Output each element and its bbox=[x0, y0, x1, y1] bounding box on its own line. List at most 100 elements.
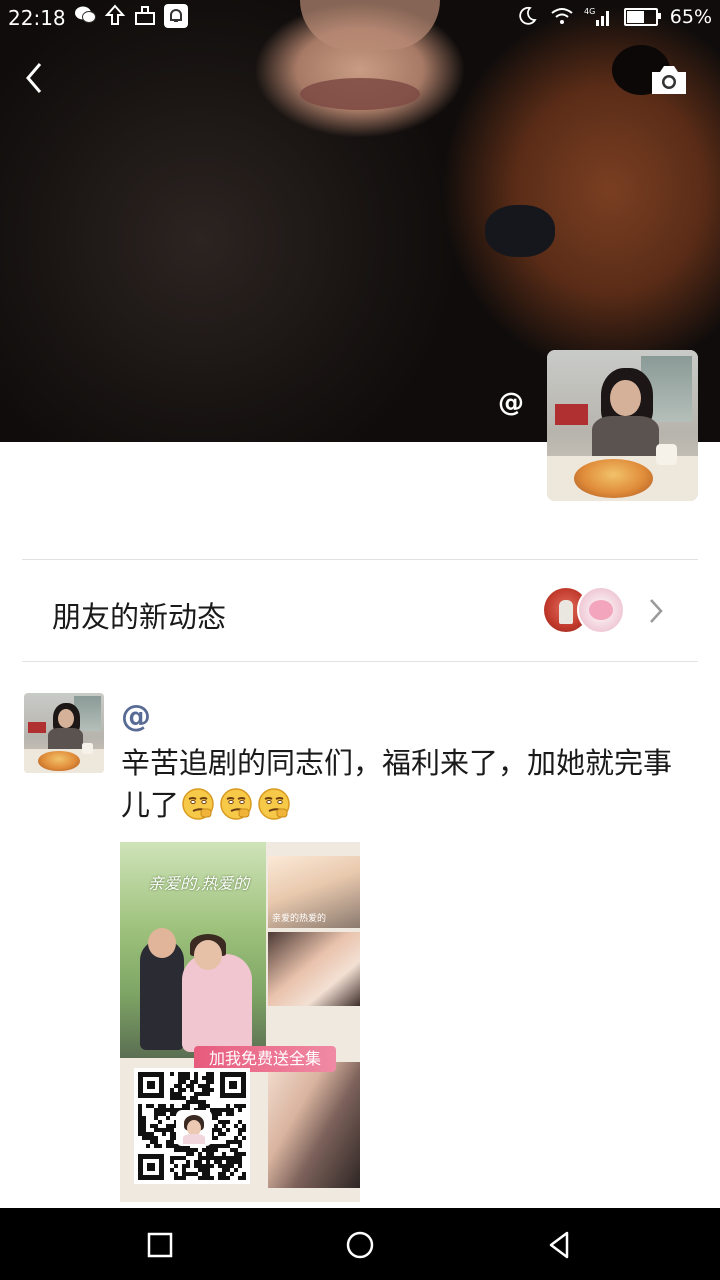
qr-module bbox=[170, 1156, 174, 1160]
qr-module bbox=[186, 1172, 190, 1176]
qr-module bbox=[230, 1140, 234, 1144]
qr-module bbox=[154, 1128, 158, 1132]
qr-module bbox=[238, 1152, 242, 1156]
qr-module bbox=[222, 1124, 226, 1128]
qr-module bbox=[222, 1156, 226, 1160]
qr-module bbox=[234, 1156, 238, 1160]
qr-module bbox=[206, 1148, 210, 1152]
qr-module bbox=[182, 1168, 186, 1172]
wechat-icon bbox=[74, 4, 96, 26]
qr-module bbox=[218, 1164, 222, 1168]
qr-module bbox=[210, 1176, 214, 1180]
qr-module bbox=[214, 1124, 218, 1128]
qr-module bbox=[238, 1120, 242, 1124]
qr-module bbox=[206, 1176, 210, 1180]
qr-module bbox=[198, 1092, 202, 1096]
back-button[interactable] bbox=[18, 58, 54, 98]
qr-module bbox=[170, 1168, 174, 1172]
qr-module bbox=[138, 1120, 142, 1124]
qr-module bbox=[242, 1104, 246, 1108]
qr-module bbox=[154, 1112, 158, 1116]
recent-apps-icon[interactable] bbox=[143, 1228, 177, 1262]
qr-module bbox=[198, 1104, 202, 1108]
qr-module bbox=[142, 1124, 146, 1128]
qr-module bbox=[226, 1144, 230, 1148]
qr-module bbox=[178, 1148, 182, 1152]
drama-still bbox=[268, 932, 360, 1006]
post-image[interactable]: 亲爱的,热爱的 亲爱的热爱的 加我免费送全集 bbox=[120, 842, 360, 1202]
profile-name[interactable]: @ bbox=[498, 388, 524, 418]
qr-module bbox=[234, 1140, 238, 1144]
qr-module bbox=[214, 1108, 218, 1112]
qr-module bbox=[238, 1140, 242, 1144]
qr-module bbox=[202, 1076, 206, 1080]
qr-module bbox=[170, 1112, 174, 1116]
qr-module bbox=[226, 1168, 230, 1172]
qr-module bbox=[210, 1144, 214, 1148]
post-author-name[interactable]: @ bbox=[121, 699, 151, 734]
home-icon[interactable] bbox=[343, 1228, 377, 1262]
qr-module bbox=[234, 1168, 238, 1172]
qr-module bbox=[170, 1072, 174, 1076]
friends-updates-row[interactable]: 朋友的新动态 bbox=[22, 560, 698, 661]
qr-module bbox=[158, 1128, 162, 1132]
qr-module bbox=[190, 1100, 194, 1104]
qr-module bbox=[186, 1148, 190, 1152]
qr-module bbox=[226, 1108, 230, 1112]
qr-module bbox=[218, 1172, 222, 1176]
still-caption: 亲爱的热爱的 bbox=[272, 914, 327, 924]
qr-module bbox=[182, 1080, 186, 1084]
divider bbox=[22, 661, 698, 662]
qr-module bbox=[202, 1088, 206, 1092]
qr-module bbox=[214, 1156, 218, 1160]
qr-module bbox=[198, 1100, 202, 1104]
qr-module bbox=[182, 1076, 186, 1080]
qr-module bbox=[218, 1176, 222, 1180]
qr-module bbox=[222, 1120, 226, 1124]
qr-module bbox=[238, 1164, 242, 1168]
qr-module bbox=[210, 1080, 214, 1084]
qr-module bbox=[194, 1076, 198, 1080]
profile-avatar[interactable] bbox=[547, 350, 698, 501]
qr-module bbox=[202, 1084, 206, 1088]
qr-module bbox=[198, 1152, 202, 1156]
qr-module bbox=[210, 1152, 214, 1156]
qr-code bbox=[134, 1068, 250, 1184]
friends-updates-label: 朋友的新动态 bbox=[52, 600, 227, 634]
qr-avatar bbox=[176, 1110, 212, 1146]
qr-module bbox=[178, 1092, 182, 1096]
qr-module bbox=[146, 1136, 150, 1140]
qr-module bbox=[162, 1108, 166, 1112]
qr-module bbox=[242, 1152, 246, 1156]
qr-module bbox=[218, 1128, 222, 1132]
qr-module bbox=[198, 1084, 202, 1088]
qr-module bbox=[214, 1148, 218, 1152]
qr-module bbox=[158, 1104, 162, 1108]
smirk-emoji-icon bbox=[219, 787, 253, 821]
qr-module bbox=[174, 1172, 178, 1176]
qr-module bbox=[198, 1156, 202, 1160]
qr-module bbox=[142, 1132, 146, 1136]
qr-module bbox=[206, 1092, 210, 1096]
back-triangle-icon[interactable] bbox=[543, 1228, 577, 1262]
qr-module bbox=[190, 1080, 194, 1084]
qr-module bbox=[202, 1168, 206, 1172]
friend-avatar-pig bbox=[577, 586, 625, 634]
qr-module bbox=[214, 1136, 218, 1140]
qr-module bbox=[162, 1104, 166, 1108]
upload-icon bbox=[104, 4, 126, 26]
qr-module bbox=[166, 1144, 170, 1148]
smirk-emoji-icon bbox=[181, 787, 215, 821]
qr-module bbox=[230, 1164, 234, 1168]
camera-button[interactable] bbox=[646, 60, 692, 100]
qr-module bbox=[234, 1124, 238, 1128]
qr-module bbox=[186, 1164, 190, 1168]
post-author-avatar[interactable] bbox=[24, 693, 104, 773]
qr-module bbox=[170, 1096, 174, 1100]
wifi-icon bbox=[550, 6, 573, 28]
svg-text:4G: 4G bbox=[584, 7, 595, 16]
status-time: 22:18 bbox=[8, 6, 66, 30]
status-notification-icons bbox=[74, 4, 188, 28]
qr-module bbox=[186, 1152, 190, 1156]
qr-module bbox=[158, 1120, 162, 1124]
